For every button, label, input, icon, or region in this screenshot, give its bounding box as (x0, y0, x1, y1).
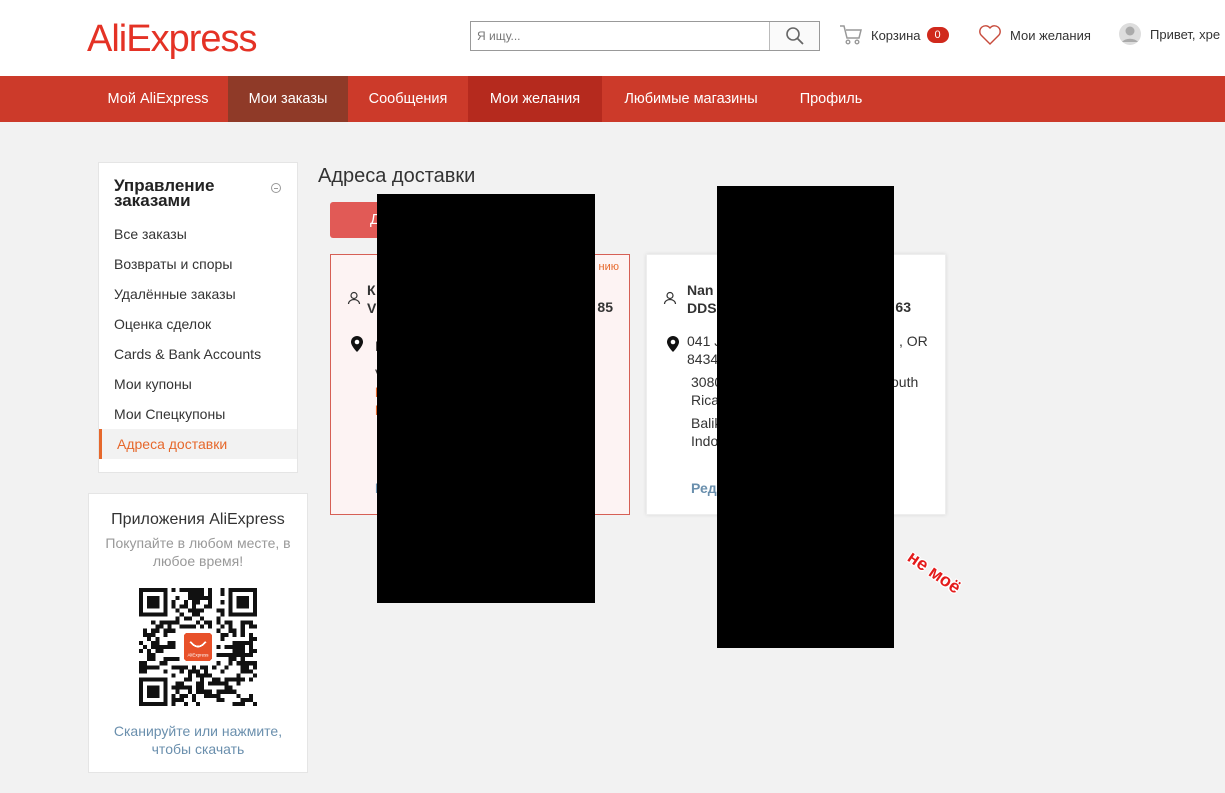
nav-messages[interactable]: Сообщения (348, 76, 468, 122)
account-link[interactable]: Привет, хре (1118, 22, 1220, 46)
cart-link[interactable]: Корзина 0 (839, 24, 949, 46)
nav-wishlist[interactable]: Мои желания (468, 76, 602, 122)
qr-finder (228, 588, 257, 617)
cart-count-badge: 0 (926, 27, 949, 43)
app-promo-title: Приложения AliExpress (111, 511, 285, 528)
address-line: 8434 (687, 351, 719, 367)
sidebar-item-shipping-addresses[interactable]: Адреса доставки (99, 429, 297, 459)
recipient-name-line: V (367, 300, 377, 316)
annotation-stamp: не моё (903, 546, 965, 598)
location-pin-icon (667, 336, 679, 352)
header: AliExpress Корзина 0 Мои желания Привет,… (0, 0, 1225, 76)
wishlist-link[interactable]: Мои желания (978, 24, 1091, 46)
heart-icon (979, 25, 1001, 45)
redaction-box (377, 194, 595, 603)
aliexpress-logo[interactable]: AliExpress (87, 18, 257, 61)
sidebar-item-deleted-orders[interactable]: Удалённые заказы (99, 279, 297, 309)
qr-finder (139, 588, 168, 617)
app-promo: Приложения AliExpress Покупайте в любом … (88, 493, 308, 773)
cart-label: Корзина (871, 27, 921, 43)
person-icon (347, 291, 361, 305)
search-icon (785, 27, 804, 45)
person-icon (663, 291, 677, 305)
app-promo-subtitle: Покупайте в любом месте, в любое время! (105, 535, 291, 569)
search-button[interactable] (769, 22, 819, 50)
order-management-panel: Управление заказами Все заказы Возвраты … (98, 162, 298, 473)
recipient-name: Nan DDS (687, 281, 717, 317)
qr-logo-text: AliExpress (187, 652, 209, 657)
sidebar-item-feedback[interactable]: Оценка сделок (99, 309, 297, 339)
main-nav: Мой AliExpress Мои заказы Сообщения Мои … (0, 76, 1225, 122)
collapse-icon[interactable] (271, 183, 281, 193)
recipient-name-line: DDS (687, 300, 717, 316)
phone-number: 85 (597, 299, 613, 315)
qr-finder (139, 677, 168, 706)
address-line: outh (891, 374, 919, 390)
recipient-name-line: К (367, 282, 376, 298)
sidebar-item-coupons[interactable]: Мои купоны (99, 369, 297, 399)
sidebar-item-returns-disputes[interactable]: Возвраты и споры (99, 249, 297, 279)
cart-icon (840, 25, 862, 45)
greeting-text: Привет, хре (1150, 26, 1221, 42)
wishlist-label: Мои желания (1010, 27, 1091, 43)
nav-my-orders[interactable]: Мои заказы (228, 76, 348, 122)
nav-favorite-stores[interactable]: Любимые магазины (602, 76, 780, 122)
address-line: Rica (691, 392, 720, 408)
app-download-link[interactable]: Сканируйте или нажмите, чтобы скачать (89, 722, 307, 758)
sidebar-list: Все заказы Возвраты и споры Удалённые за… (99, 219, 297, 459)
avatar-icon (1119, 23, 1141, 45)
redaction-box (717, 186, 894, 648)
search-bar (470, 21, 820, 51)
nav-profile[interactable]: Профиль (780, 76, 882, 122)
address-line: Indo (691, 433, 719, 449)
nav-my-aliexpress[interactable]: Мой AliExpress (88, 76, 228, 122)
address-line: , OR (899, 333, 928, 349)
location-pin-icon (351, 336, 363, 352)
search-input[interactable] (471, 22, 769, 50)
sidebar-item-all-orders[interactable]: Все заказы (99, 219, 297, 249)
recipient-name-line: Nan (687, 282, 714, 298)
qr-code[interactable]: AliExpress (139, 588, 257, 706)
sidebar-item-special-coupons[interactable]: Мои Спецкупоны (99, 399, 297, 429)
sidebar-item-cards-bank-accounts[interactable]: Cards & Bank Accounts (99, 339, 297, 369)
default-address-tag: нию (598, 261, 619, 273)
page-title: Адреса доставки (318, 165, 476, 187)
sidebar-title: Управление заказами (114, 176, 215, 210)
recipient-name: К V (367, 281, 376, 317)
phone-number: 63 (895, 299, 911, 315)
